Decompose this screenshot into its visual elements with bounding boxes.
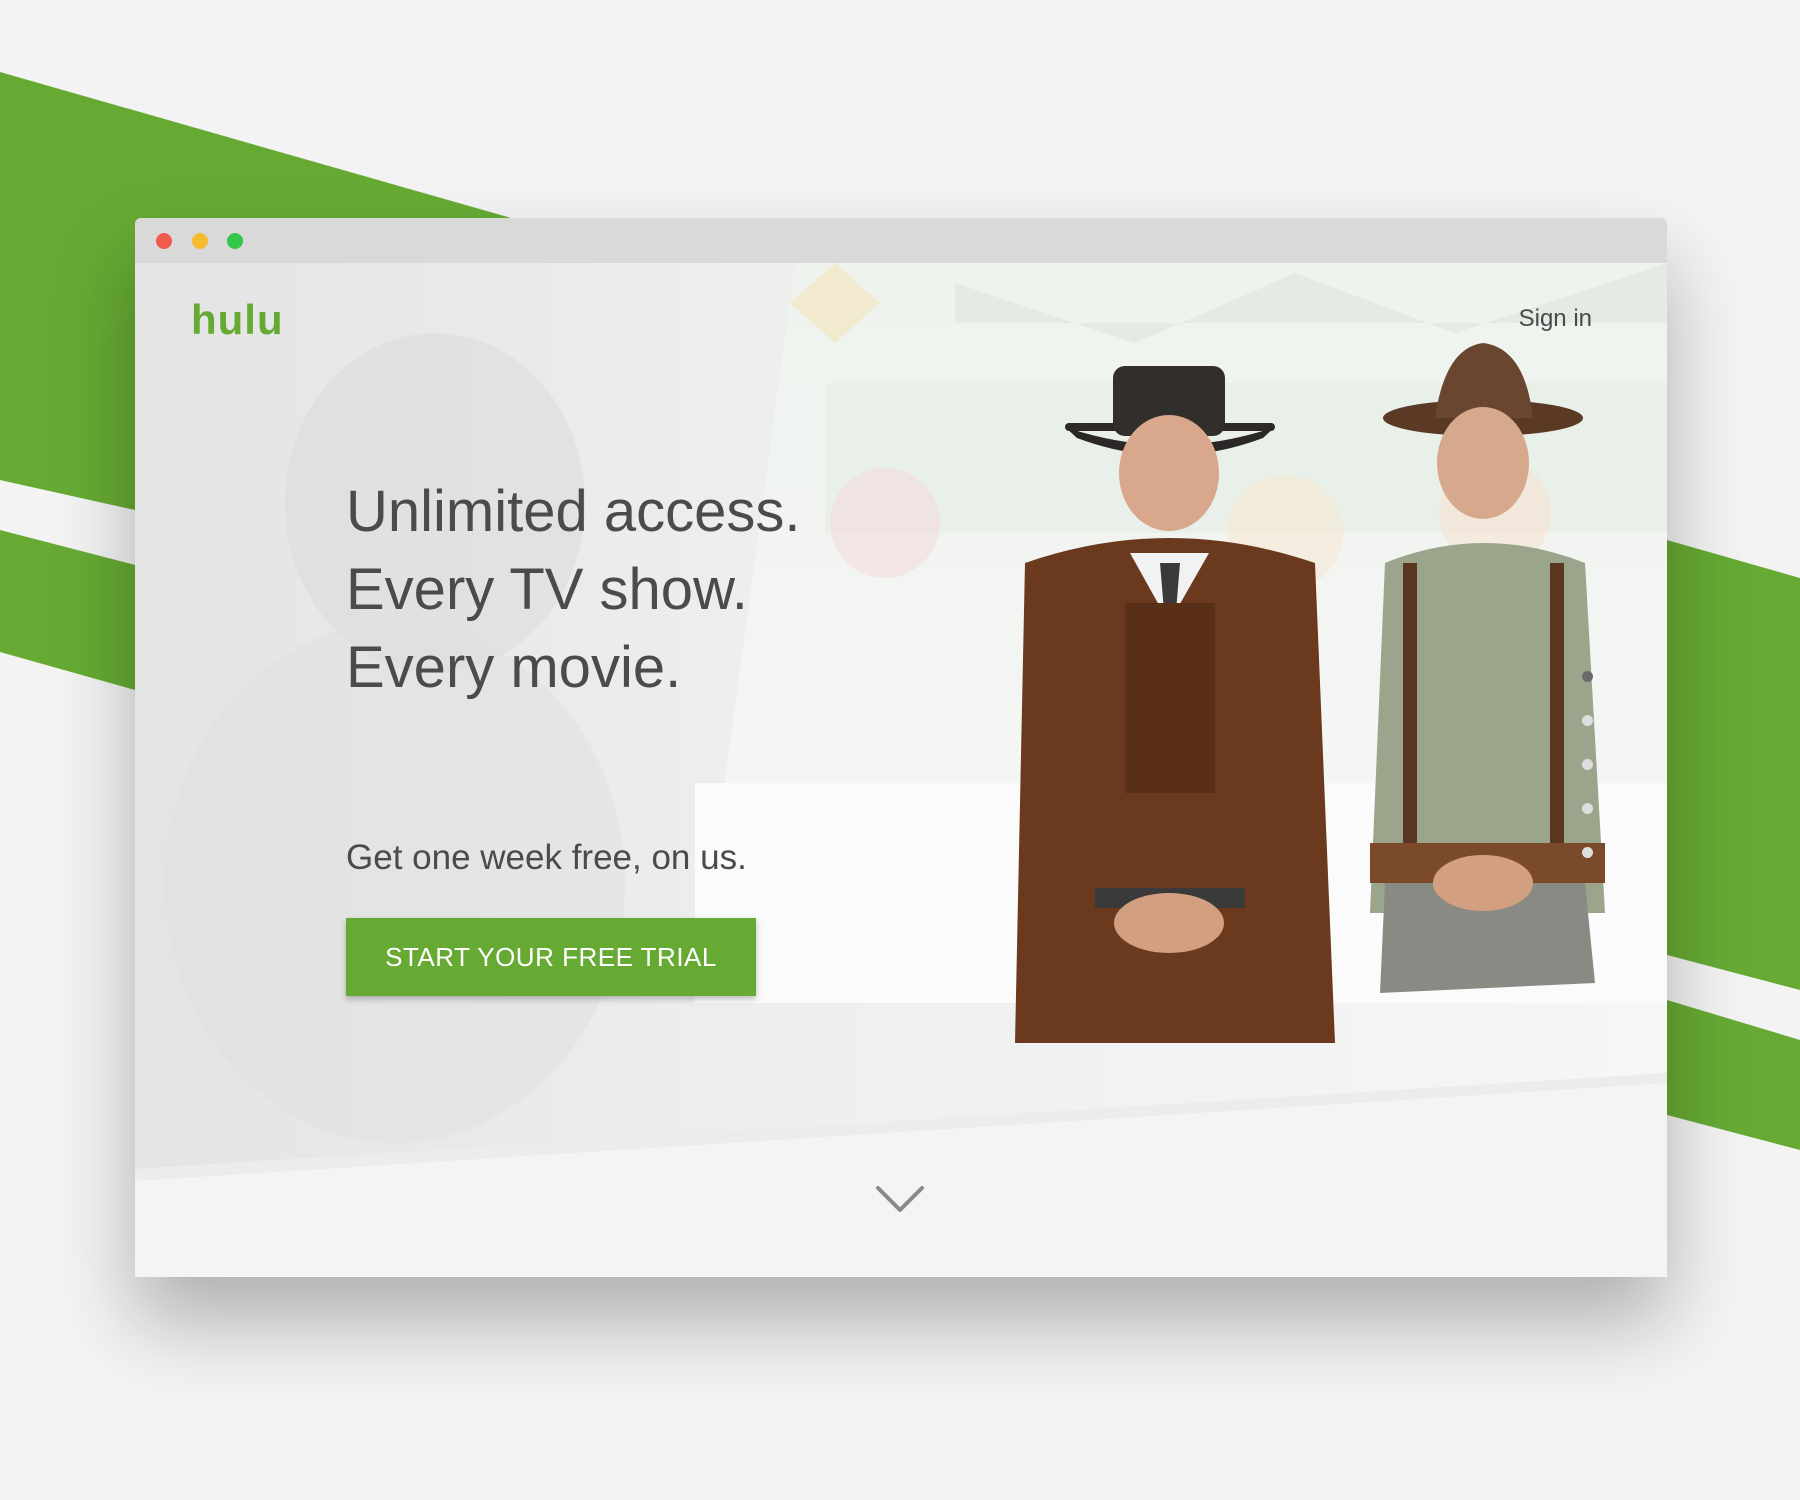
window-titlebar: [135, 218, 1667, 263]
sign-in-link[interactable]: Sign in: [1519, 305, 1592, 333]
chevron-down-icon[interactable]: [875, 1183, 925, 1215]
carousel-dot[interactable]: [1582, 803, 1593, 814]
carousel-dot[interactable]: [1582, 671, 1593, 682]
carousel-pagination: [1582, 671, 1596, 891]
minimize-window-button[interactable]: [192, 233, 208, 249]
free-week-subhead: Get one week free, on us.: [346, 838, 747, 877]
headline-line: Every TV show.: [346, 557, 748, 622]
hero-image: [135, 263, 1667, 1277]
maximize-window-button[interactable]: [227, 233, 243, 249]
headline-line: Every movie.: [346, 635, 682, 700]
close-window-button[interactable]: [156, 233, 172, 249]
hulu-logo[interactable]: hulu: [191, 296, 284, 344]
carousel-dot[interactable]: [1582, 715, 1593, 726]
carousel-dot[interactable]: [1582, 759, 1593, 770]
carousel-dot[interactable]: [1582, 847, 1593, 858]
start-free-trial-button[interactable]: START YOUR FREE TRIAL: [346, 918, 756, 996]
browser-window: hulu Sign in Unlimited access. Every TV …: [135, 218, 1667, 1277]
landing-page: hulu Sign in Unlimited access. Every TV …: [135, 263, 1667, 1277]
headline-line: Unlimited access.: [346, 479, 801, 544]
hero-headline: Unlimited access. Every TV show. Every m…: [346, 473, 800, 707]
